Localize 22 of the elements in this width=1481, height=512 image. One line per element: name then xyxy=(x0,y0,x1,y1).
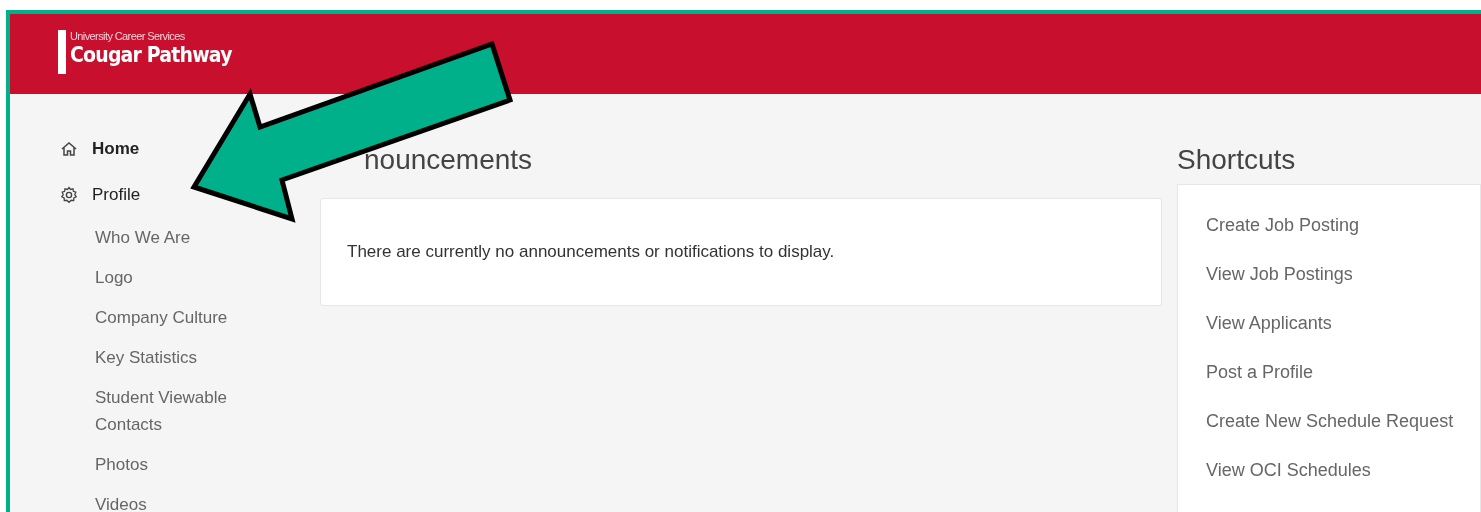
sidebar-item[interactable]: Home xyxy=(60,126,140,172)
home-icon xyxy=(60,140,78,158)
settings-icon xyxy=(60,186,78,204)
sidebar-subitem[interactable]: Key Statistics xyxy=(95,338,255,378)
empty-message: There are currently no announcements or notifications to display. xyxy=(347,242,835,262)
shortcut-link[interactable]: Create Job Posting xyxy=(1206,207,1360,256)
sidebar-subitem[interactable]: Photos xyxy=(95,445,255,485)
shortcut-link[interactable]: View OCI Schedules xyxy=(1206,452,1371,501)
logo-title: Cougar Pathway xyxy=(70,43,232,67)
section-heading: Shortcuts xyxy=(1177,143,1297,177)
section-heading: nouncements xyxy=(364,143,533,177)
sidebar-subitem[interactable]: Logo xyxy=(95,258,255,298)
sidebar-item[interactable]: Profile xyxy=(60,172,141,218)
sidebar-subitem[interactable]: Company Culture xyxy=(95,298,255,338)
sidebar-subitem[interactable]: Who We Are xyxy=(95,218,255,258)
sidebar-subitem[interactable]: Student Viewable Contacts xyxy=(95,378,255,445)
shortcut-link[interactable]: View Applicants xyxy=(1206,305,1332,354)
shortcut-link[interactable]: Create New Schedule Request xyxy=(1206,403,1454,452)
shortcut-link[interactable]: View Job Postings xyxy=(1206,256,1353,305)
sidebar-subitem[interactable]: Videos xyxy=(95,485,255,512)
logo-subtitle: University Career Services xyxy=(70,30,186,43)
shortcut-link[interactable]: Post a Profile xyxy=(1206,354,1314,403)
